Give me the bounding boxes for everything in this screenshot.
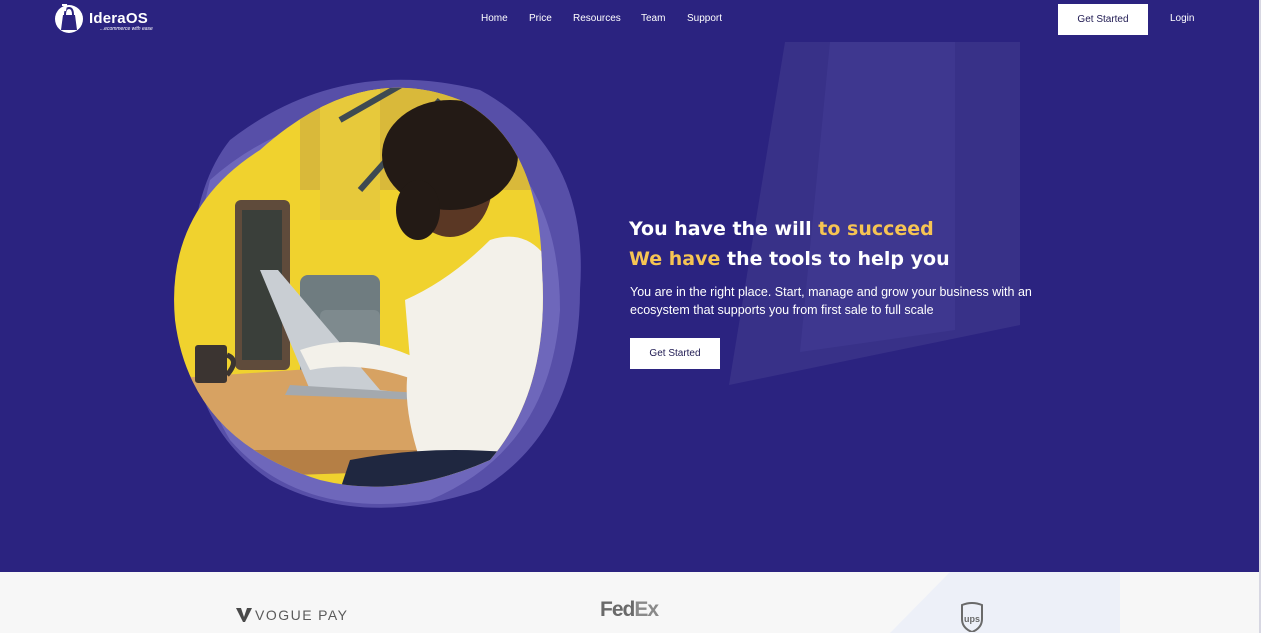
nav-login-link[interactable]: Login	[1170, 13, 1194, 24]
nav-price-link[interactable]: Price	[529, 13, 552, 24]
brand-tagline: ...ecommerce with ease	[100, 26, 153, 32]
hero-subtext: You are in the right place. Start, manag…	[630, 285, 1032, 317]
hero-illustration	[174, 79, 581, 508]
headline-line-2: We have the tools to help you	[629, 244, 1149, 274]
nav-resources-link[interactable]: Resources	[573, 13, 621, 24]
brand-logo[interactable]: IderaOS ...ecommerce with ease	[54, 1, 164, 37]
hero-get-started-button[interactable]: Get Started	[630, 338, 720, 369]
partner-fedex-logo: Fed Ex	[600, 598, 659, 622]
brand-name: IderaOS	[89, 10, 148, 27]
ups-shield-logo-icon: ups	[961, 602, 983, 632]
ups-text: ups	[964, 614, 980, 624]
hero-headline: You have the will to succeed We have the…	[629, 214, 1149, 274]
nav-home-link[interactable]: Home	[481, 13, 508, 24]
headline-line-2-accent: We have	[629, 248, 721, 270]
partner-voguepay-logo: VOGUE PAY	[236, 607, 349, 623]
partners-background-shape	[890, 572, 1120, 633]
nav-team-link[interactable]: Team	[641, 13, 665, 24]
headline-line-1: You have the will to succeed	[629, 214, 1149, 244]
headline-line-1-accent: to succeed	[818, 218, 934, 240]
headline-line-2-suffix: the tools to help you	[720, 248, 950, 270]
headline-line-1-prefix: You have the will	[629, 218, 819, 240]
partners-section: VOGUE PAY Fed Ex ups	[0, 572, 1259, 633]
vogue-pay-logo-icon	[236, 608, 252, 622]
nav-get-started-button[interactable]: Get Started	[1058, 4, 1148, 35]
fedex-fed: Fed	[600, 598, 635, 621]
voguepay-word: VOGUE	[255, 607, 314, 623]
fedex-ex: Ex	[634, 598, 659, 621]
shopping-bag-logo-icon	[55, 4, 83, 33]
voguepay-pay: PAY	[318, 607, 349, 623]
hero-section: IderaOS ...ecommerce with ease Home Pric…	[0, 0, 1259, 572]
nav-support-link[interactable]: Support	[687, 13, 722, 24]
